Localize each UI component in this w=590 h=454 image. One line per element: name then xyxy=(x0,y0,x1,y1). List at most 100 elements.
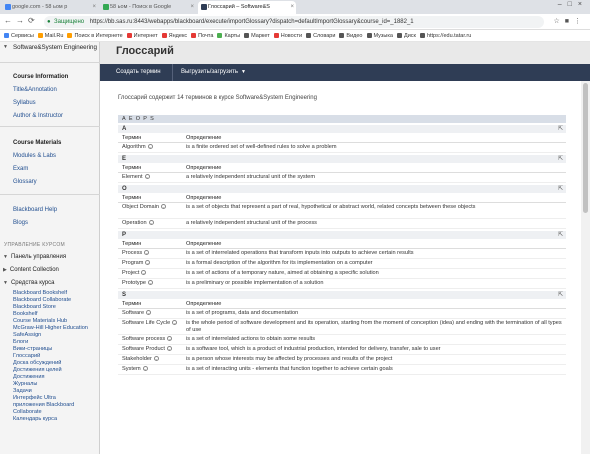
extension-icon[interactable]: ■ xyxy=(565,18,574,25)
close-tab-icon[interactable]: × xyxy=(92,1,96,13)
content-collection-link[interactable]: ▶ Content Collection xyxy=(3,267,59,273)
minimize-icon[interactable]: – xyxy=(558,1,568,8)
bookmark-item[interactable]: Почта xyxy=(190,30,213,41)
glossary-term[interactable]: Software ⌄ xyxy=(122,310,182,317)
close-window-icon[interactable]: × xyxy=(578,1,588,8)
close-tab-icon[interactable]: × xyxy=(290,1,294,13)
bookmark-item[interactable]: Яндекс xyxy=(161,30,187,41)
course-tool-link[interactable]: Глоссарий xyxy=(13,353,88,360)
glossary-term[interactable]: Project ⌄ xyxy=(122,270,182,277)
letter-index-link[interactable]: O xyxy=(136,116,141,122)
course-tools-link[interactable]: ▼ Средства курса xyxy=(3,280,55,286)
bookmark-item[interactable]: Диск xyxy=(396,30,416,41)
term-options-icon[interactable]: ⌄ xyxy=(144,174,150,180)
term-options-icon[interactable]: ⌄ xyxy=(153,356,159,362)
term-options-icon[interactable]: ⌄ xyxy=(148,220,154,226)
glossary-term[interactable]: Program ⌄ xyxy=(122,260,182,267)
course-tool-link[interactable]: Календарь курса xyxy=(13,416,88,423)
term-options-icon[interactable]: ⌄ xyxy=(146,310,152,316)
scrollbar[interactable] xyxy=(581,81,590,454)
back-to-top-icon[interactable]: ⇱ xyxy=(558,125,563,133)
menu-icon[interactable]: ⋮ xyxy=(574,18,586,25)
course-tool-link[interactable]: Bookshelf xyxy=(13,311,88,318)
bookmark-item[interactable]: Музыка xyxy=(366,30,393,41)
bookmark-item[interactable]: Маркет xyxy=(243,30,270,41)
nav-exam[interactable]: Exam xyxy=(13,166,28,172)
nav-blogs[interactable]: Blogs xyxy=(13,220,28,226)
term-options-icon[interactable]: ⌄ xyxy=(147,144,153,150)
course-tool-link[interactable]: Блоги xyxy=(13,339,88,346)
term-options-icon[interactable]: ⌄ xyxy=(161,204,166,210)
bookmark-star-icon[interactable]: ☆ xyxy=(553,18,564,25)
bookmark-item[interactable]: Новости xyxy=(273,30,302,41)
glossary-term[interactable]: Object Domain ⌄ xyxy=(122,204,182,211)
control-panel-link[interactable]: ▼ Панель управления xyxy=(3,254,66,260)
course-tool-link[interactable]: Course Materials Hub xyxy=(13,318,88,325)
glossary-term[interactable]: Operation ⌄ xyxy=(122,220,182,227)
export-import-button[interactable]: Выгрузить/загрузить ▼ xyxy=(172,64,254,81)
letter-index-link[interactable]: A xyxy=(122,116,127,122)
letter-index-link[interactable]: E xyxy=(129,116,134,122)
glossary-term[interactable]: Element ⌄ xyxy=(122,174,182,181)
course-tool-link[interactable]: Blackboard Collaborate xyxy=(13,297,88,304)
close-tab-icon[interactable]: × xyxy=(190,1,194,13)
course-tool-link[interactable]: Достижения целей xyxy=(13,367,88,374)
back-to-top-icon[interactable]: ⇱ xyxy=(558,155,563,163)
course-tool-link[interactable]: Задачи xyxy=(13,388,88,395)
glossary-term[interactable]: Algorithm ⌄ xyxy=(122,144,182,151)
scrollbar-thumb[interactable] xyxy=(583,83,588,213)
letter-index-link[interactable]: P xyxy=(143,116,148,122)
bookmark-item[interactable]: https://edu.tatar.ru xyxy=(419,30,471,41)
back-icon[interactable]: ← xyxy=(4,16,12,25)
nav-glossary[interactable]: Glossary xyxy=(13,179,37,185)
course-tool-link[interactable]: Blackboard Store xyxy=(13,304,88,311)
back-to-top-icon[interactable]: ⇱ xyxy=(558,231,563,239)
glossary-term[interactable]: Software Product ⌄ xyxy=(122,346,182,353)
back-to-top-icon[interactable]: ⇱ xyxy=(558,291,563,299)
browser-tab-google[interactable]: google.com - 58 ьом р × xyxy=(2,1,98,14)
term-options-icon[interactable]: ⌄ xyxy=(145,260,151,266)
course-tool-link[interactable]: приложения Blackboard xyxy=(13,402,88,409)
course-tool-link[interactable]: Журналы xyxy=(13,381,88,388)
forward-icon[interactable]: → xyxy=(16,16,24,25)
course-tool-link[interactable]: McGraw-Hill Higher Education xyxy=(13,325,88,332)
bookmark-item[interactable]: Видео xyxy=(338,30,363,41)
term-options-icon[interactable]: ⌄ xyxy=(172,320,178,326)
glossary-term[interactable]: Process ⌄ xyxy=(122,250,182,257)
glossary-term[interactable]: Prototype ⌄ xyxy=(122,280,182,287)
course-tool-link[interactable]: Достижения xyxy=(13,374,88,381)
course-tool-link[interactable]: Интерфейс Ultra xyxy=(13,395,88,402)
bookmark-item[interactable]: Mail.Ru xyxy=(37,30,63,41)
browser-tab-search[interactable]: 58 ьом - Поиск в Google × xyxy=(100,1,196,14)
maximize-icon[interactable]: □ xyxy=(568,1,578,8)
reload-icon[interactable]: ⟳ xyxy=(28,16,35,25)
term-options-icon[interactable]: ⌄ xyxy=(167,336,173,342)
browser-tab-glossary[interactable]: Глоссарий – Software&S × xyxy=(198,1,296,14)
nav-author-instructor[interactable]: Author & Instructor xyxy=(13,113,63,119)
nav-title-annotation[interactable]: Title&Annotation xyxy=(13,87,57,93)
term-options-icon[interactable]: ⌄ xyxy=(144,250,150,256)
collapse-caret-icon[interactable]: ▼ xyxy=(3,44,8,50)
bookmark-item[interactable]: Словари xyxy=(305,30,335,41)
term-options-icon[interactable]: ⌄ xyxy=(142,366,148,372)
course-tool-link[interactable]: Collaborate xyxy=(13,409,88,416)
bookmark-item[interactable]: Сервисы xyxy=(3,30,34,41)
glossary-term[interactable]: Software process ⌄ xyxy=(122,336,182,343)
term-options-icon[interactable]: ⌄ xyxy=(166,346,172,352)
course-tool-link[interactable]: SafeAssign xyxy=(13,332,88,339)
nav-modules-labs[interactable]: Modules & Labs xyxy=(13,153,56,159)
term-options-icon[interactable]: ⌄ xyxy=(141,270,147,276)
course-tool-link[interactable]: Доска обсуждений xyxy=(13,360,88,367)
bookmark-item[interactable]: Поиск в Интернете xyxy=(66,30,123,41)
course-tool-link[interactable]: Вики-страницы xyxy=(13,346,88,353)
nav-blackboard-help[interactable]: Blackboard Help xyxy=(13,207,57,213)
nav-syllabus[interactable]: Syllabus xyxy=(13,100,36,106)
course-tool-link[interactable]: Blackboard Bookshelf xyxy=(13,290,88,297)
glossary-term[interactable]: System ⌄ xyxy=(122,366,182,373)
term-options-icon[interactable]: ⌄ xyxy=(147,280,153,286)
back-to-top-icon[interactable]: ⇱ xyxy=(558,185,563,193)
create-term-button[interactable]: Создать термин xyxy=(108,64,169,81)
bookmark-item[interactable]: Интернет xyxy=(126,30,158,41)
nav-course-information[interactable]: Course Information xyxy=(13,74,68,80)
bookmark-item[interactable]: Карты xyxy=(216,30,240,41)
